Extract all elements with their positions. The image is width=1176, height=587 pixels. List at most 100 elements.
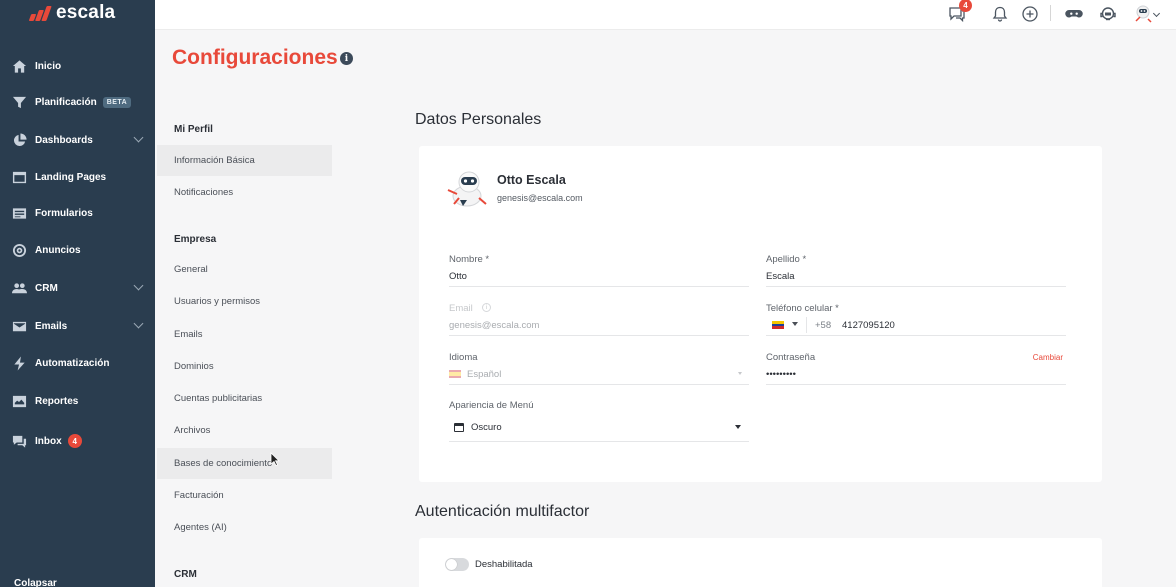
nombre-value[interactable]: Otto <box>449 271 467 282</box>
submenu-item-emails[interactable]: Emails <box>157 319 332 350</box>
beta-badge: BETA <box>102 96 132 108</box>
mfa-card: Deshabilitada <box>419 538 1102 587</box>
profile-menu-button[interactable] <box>1130 3 1161 25</box>
email-value: genesis@escala.com <box>449 320 540 331</box>
submenu-heading-empresa: Empresa <box>174 234 217 245</box>
sidebar-item-inicio[interactable]: Inicio <box>0 48 155 84</box>
sidebar-item-label: Inbox <box>35 435 62 447</box>
user-email: genesis@escala.com <box>497 193 583 203</box>
mouse-cursor-icon <box>270 452 280 466</box>
window-icon <box>454 423 464 432</box>
logo-text: escala <box>56 2 116 23</box>
sidebar-item-emails[interactable]: Emails <box>0 308 155 344</box>
messages-badge: 4 <box>959 0 972 12</box>
sidebar: escala Inicio Planificación BETA Dashboa… <box>0 0 155 587</box>
chevron-down-icon <box>133 280 144 291</box>
chat-icon <box>11 433 27 449</box>
personal-data-title: Datos Personales <box>415 111 542 128</box>
target-icon <box>11 242 27 258</box>
robot-avatar-icon <box>447 171 487 207</box>
submenu-item-cuentas-publicitarias[interactable]: Cuentas publicitarias <box>157 383 332 414</box>
field-underline <box>449 441 749 442</box>
submenu-item-usuarios-y-permisos[interactable]: Usuarios y permisos <box>157 286 332 317</box>
sidebar-item-planificacion[interactable]: Planificación BETA <box>0 84 155 120</box>
mfa-toggle[interactable] <box>445 558 469 571</box>
sidebar-item-anuncios[interactable]: Anuncios <box>0 232 155 268</box>
sidebar-item-label: Formularios <box>35 207 93 219</box>
messages-button[interactable]: 4 <box>946 0 972 25</box>
sidebar-item-formularios[interactable]: Formularios <box>0 195 155 231</box>
submenu-heading-crm: CRM <box>174 569 197 580</box>
chevron-down-icon <box>133 132 144 143</box>
browser-icon <box>11 169 27 185</box>
sidebar-item-reportes[interactable]: Reportes <box>0 383 155 419</box>
field-underline <box>449 384 749 385</box>
chevron-down-icon <box>133 318 144 329</box>
info-icon[interactable]: i <box>340 52 353 65</box>
inbox-badge: 4 <box>67 434 82 448</box>
apellido-label: Apellido * <box>766 254 807 265</box>
cambiar-password-link[interactable]: Cambiar <box>1033 353 1063 362</box>
sidebar-item-landing-pages[interactable]: Landing Pages <box>0 159 155 195</box>
submenu-item-notificaciones[interactable]: Notificaciones <box>157 177 332 208</box>
report-icon <box>11 393 27 409</box>
field-underline <box>449 335 749 336</box>
info-icon: i <box>482 303 491 312</box>
contrasena-value: ••••••••• <box>766 369 796 380</box>
notifications-button[interactable] <box>989 3 1011 25</box>
collapse-button[interactable]: Colapsar <box>14 578 57 587</box>
idioma-value: Español <box>467 369 502 380</box>
submenu-heading-mi-perfil: Mi Perfil <box>174 124 213 135</box>
email-label: Email <box>449 303 473 314</box>
sidebar-item-label: Anuncios <box>35 244 81 256</box>
submenu-item-bases-de-conocimiento[interactable]: Bases de conocimiento <box>157 448 332 479</box>
mfa-title: Autenticación multifactor <box>415 503 590 520</box>
plus-circle-icon <box>1022 6 1038 22</box>
sidebar-item-dashboards[interactable]: Dashboards <box>0 122 155 158</box>
phone-divider <box>806 317 807 333</box>
logo-mark-icon <box>28 5 52 21</box>
sidebar-item-label: Landing Pages <box>35 171 107 183</box>
sidebar-item-label: Reportes <box>35 395 79 407</box>
support-icon <box>1100 7 1116 21</box>
field-underline <box>766 384 1066 385</box>
sidebar-item-label: Planificación <box>35 96 97 108</box>
robot-avatar-icon <box>1135 5 1152 23</box>
venezuela-flag-icon[interactable] <box>772 321 784 330</box>
country-caret-icon[interactable] <box>792 322 798 326</box>
sidebar-item-label: Automatización <box>35 357 110 369</box>
submenu-item-dominios[interactable]: Dominios <box>157 351 332 382</box>
bell-icon <box>992 6 1008 22</box>
submenu-item-informacion-basica[interactable]: Información Básica <box>157 145 332 176</box>
home-icon <box>11 58 27 74</box>
users-icon <box>11 280 27 296</box>
sidebar-item-automatizacion[interactable]: Automatización <box>0 345 155 381</box>
sidebar-item-label: Emails <box>35 320 68 332</box>
phone-number[interactable]: 4127095120 <box>842 320 895 331</box>
topbar-divider <box>1050 5 1051 21</box>
sidebar-item-label: CRM <box>35 282 58 294</box>
submenu-item-facturacion[interactable]: Facturación <box>157 480 332 511</box>
support-button[interactable] <box>1097 3 1119 25</box>
integrations-button[interactable] <box>1063 3 1085 25</box>
apariencia-value[interactable]: Oscuro <box>471 422 502 433</box>
lightning-icon <box>11 355 27 371</box>
sidebar-item-inbox[interactable]: Inbox 4 <box>0 423 155 459</box>
field-underline <box>449 286 749 287</box>
add-button[interactable] <box>1019 3 1041 25</box>
contrasena-label: Contraseña <box>766 352 816 363</box>
phone-code: +58 <box>815 320 832 331</box>
chevron-down-icon <box>738 372 742 375</box>
chevron-down-icon[interactable] <box>735 425 741 429</box>
submenu-item-archivos[interactable]: Archivos <box>157 415 332 446</box>
sidebar-item-label: Inicio <box>35 60 62 72</box>
sidebar-item-crm[interactable]: CRM <box>0 270 155 306</box>
page-title: Configuraciones <box>172 46 338 69</box>
escala-logo[interactable]: escala <box>28 2 115 24</box>
submenu-item-agentes-ai[interactable]: Agentes (AI) <box>157 512 332 543</box>
user-name: Otto Escala <box>497 173 566 187</box>
apellido-value[interactable]: Escala <box>766 271 795 282</box>
submenu-item-general[interactable]: General <box>157 254 332 285</box>
apariencia-label: Apariencia de Menú <box>449 400 534 411</box>
field-underline <box>766 335 1066 336</box>
